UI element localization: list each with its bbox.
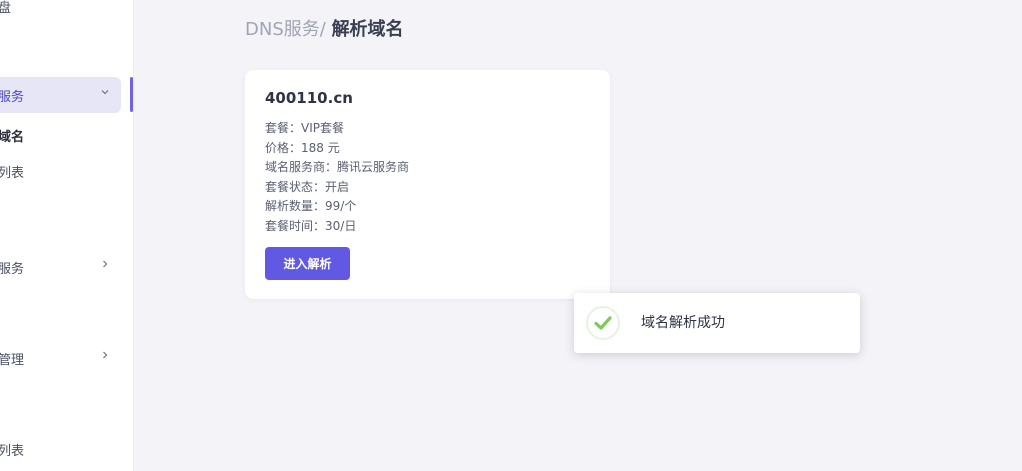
breadcrumb-parent[interactable]: DNS服务/: [245, 19, 326, 40]
sidebar-item-label: 服务: [0, 262, 25, 277]
sidebar-item-service[interactable]: 服务: [0, 258, 24, 277]
sidebar-item-label: 域名: [0, 130, 25, 145]
sidebar-subitem-list[interactable]: 列表: [0, 162, 24, 181]
sidebar-item-management[interactable]: 管理: [0, 349, 24, 368]
sidebar-item-label: 服务: [0, 90, 25, 105]
sidebar-item-dns-service-label-wrap[interactable]: 服务: [0, 86, 24, 105]
enter-resolve-button[interactable]: 进入解析: [265, 247, 350, 280]
detail-provider: 域名服务商：腾讯云服务商: [265, 160, 410, 174]
detail-package: 套餐：VIP套餐: [265, 121, 344, 135]
detail-record-count: 解析数量：99/个: [265, 199, 357, 213]
check-icon: [586, 306, 620, 340]
breadcrumb-current: 解析域名: [331, 19, 404, 40]
sidebar-item-label: 管理: [0, 353, 25, 368]
chevron-right-icon[interactable]: [100, 258, 110, 272]
breadcrumb: DNS服务/ 解析域名: [245, 15, 404, 41]
sidebar: 盘 服务 域名 列表 服务 管理 列表: [0, 0, 134, 471]
sidebar-item-list[interactable]: 列表: [0, 440, 24, 459]
sidebar-item-dashboard[interactable]: 盘: [0, 0, 11, 16]
detail-duration: 套餐时间：30/日: [265, 218, 357, 233]
sidebar-subitem-resolve-domain[interactable]: 域名: [0, 126, 24, 145]
sidebar-item-label: 列表: [0, 444, 25, 459]
active-indicator: [130, 77, 133, 112]
chevron-right-icon[interactable]: [100, 349, 110, 363]
toast-message: 域名解析成功: [641, 315, 725, 331]
sidebar-item-label: 盘: [0, 1, 12, 16]
sidebar-item-label: 列表: [0, 166, 25, 181]
chevron-down-icon[interactable]: [100, 86, 110, 100]
detail-status: 套餐状态：开启: [265, 179, 350, 194]
domain-card: 400110.cn 套餐：VIP套餐 价格：188 元 域名服务商：腾讯云服务商…: [245, 70, 610, 299]
domain-name: 400110.cn: [265, 89, 353, 107]
domain-details: 套餐：VIP套餐 价格：188 元 域名服务商：腾讯云服务商 套餐状态：开启 解…: [265, 119, 409, 236]
detail-price: 价格：188 元: [265, 140, 340, 155]
success-toast: 域名解析成功: [574, 293, 860, 353]
